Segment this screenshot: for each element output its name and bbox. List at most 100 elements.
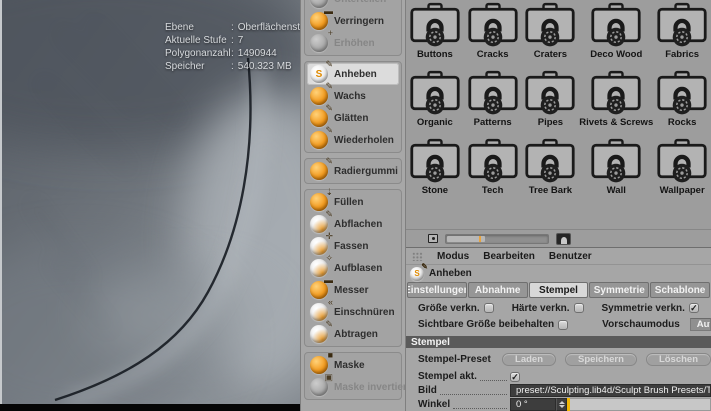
menu-item[interactable]: Bearbeiten bbox=[483, 251, 535, 262]
attribute-menu-bar: Modus Bearbeiten Benutzer bbox=[406, 248, 711, 265]
keep-size-checkbox[interactable] bbox=[558, 320, 568, 330]
slider-handle[interactable] bbox=[479, 236, 481, 242]
preview-mode-dropdown[interactable]: Auf Oberfläche bbox=[690, 318, 711, 331]
knife-icon: ▬ bbox=[310, 281, 328, 299]
checkbox[interactable]: ✓ bbox=[689, 303, 699, 313]
checkbox[interactable] bbox=[574, 303, 584, 313]
dotted-leader bbox=[480, 373, 507, 381]
settings-tab[interactable]: Schablone bbox=[650, 282, 710, 298]
preset-action-button[interactable]: Speichern bbox=[565, 353, 637, 366]
viewport-bottom-bar bbox=[0, 404, 300, 411]
attribute-manager: ModusBearbeitenBenutzer S ✎ Anheben Eins… bbox=[406, 247, 711, 411]
settings-tab[interactable]: Abnahme bbox=[468, 282, 528, 298]
image-path-field[interactable]: preset://Sculpting.lib4d/Sculpt Brush Pr… bbox=[510, 384, 711, 397]
hud-value: Oberflächenstrukturen bbox=[238, 21, 300, 34]
preset-label: Pipes bbox=[538, 117, 563, 128]
tool-button-anheben[interactable]: S ✎ Anheben bbox=[307, 63, 399, 85]
preset-item[interactable]: Rivets & Screws bbox=[579, 70, 653, 138]
preset-item[interactable]: Pipes bbox=[522, 70, 580, 138]
preset-item[interactable]: Tree Bark bbox=[522, 138, 580, 206]
hud-row: Ebene : Oberflächenstrukturen bbox=[165, 21, 300, 34]
large-icon-size-button[interactable] bbox=[556, 233, 571, 245]
locked-briefcase-icon bbox=[467, 138, 519, 184]
preset-item[interactable]: Cracks bbox=[464, 2, 522, 70]
stamp-active-label: Stempel akt. bbox=[418, 371, 477, 382]
panel-grip-icon[interactable] bbox=[412, 252, 423, 261]
tool-button-messer[interactable]: ▬ Messer bbox=[307, 279, 399, 301]
angle-field-extension bbox=[570, 398, 711, 411]
hud-separator: : bbox=[231, 34, 234, 47]
dotted-leader bbox=[453, 401, 507, 409]
preset-item[interactable]: Fabrics bbox=[653, 2, 711, 70]
hud-row: Aktuelle Stufe : 7 bbox=[165, 34, 300, 47]
tool-button-unterteilen[interactable]: Unterteilen bbox=[307, 0, 399, 10]
tool-button-maske-invertieren[interactable]: ▣ Maske invertieren bbox=[307, 376, 399, 398]
tool-button-aufblasen[interactable]: ✧ Aufblasen bbox=[307, 257, 399, 279]
small-icon-size-button[interactable] bbox=[428, 234, 438, 243]
tool-label: Abtragen bbox=[334, 329, 378, 340]
angle-spinner[interactable] bbox=[556, 398, 567, 411]
sculpt-tool-palette: Unterteilen ▬ Verringern + Erhöhen S ✎ A… bbox=[300, 0, 406, 411]
tool-label: Aufblasen bbox=[334, 263, 382, 274]
preset-item[interactable]: Organic bbox=[406, 70, 464, 138]
angle-value-field[interactable]: 0 ° bbox=[510, 398, 556, 411]
preset-item[interactable]: Buttons bbox=[406, 2, 464, 70]
tool-button-abflachen[interactable]: ✎ Abflachen bbox=[307, 213, 399, 235]
tool-accent-icon: ✎ bbox=[325, 125, 333, 136]
preset-item[interactable]: Tech bbox=[464, 138, 522, 206]
tool-button-verringern[interactable]: ▬ Verringern bbox=[307, 10, 399, 32]
preset-item[interactable]: Patterns bbox=[464, 70, 522, 138]
locked-briefcase-icon bbox=[409, 138, 461, 184]
tool-button-füllen[interactable]: ⇣ Füllen bbox=[307, 191, 399, 213]
checkbox[interactable] bbox=[484, 303, 494, 313]
hud-row: Speicher : 540.323 MB bbox=[165, 60, 300, 73]
tool-group: S ✎ Anheben ✎ Wachs ✎ Glätten ✎ Wiederho… bbox=[304, 61, 402, 153]
tool-label: Maske invertieren bbox=[334, 382, 406, 393]
preset-label: Tech bbox=[482, 185, 503, 196]
preset-item[interactable]: Rocks bbox=[653, 70, 711, 138]
tool-button-radiergummi[interactable]: ✎ Radiergummi bbox=[307, 160, 399, 182]
tool-group: ■ Maske ▣ Maske invertieren bbox=[304, 352, 402, 400]
stamp-active-checkbox[interactable]: ✓ bbox=[510, 372, 520, 382]
preset-label: Patterns bbox=[474, 117, 512, 128]
hud-separator: : bbox=[231, 47, 234, 60]
tool-button-abtragen[interactable]: ✎ Abtragen bbox=[307, 323, 399, 345]
tool-accent-icon: ✎ bbox=[325, 59, 333, 70]
tool-accent-icon: ✎ bbox=[325, 103, 333, 114]
preset-item[interactable]: Wallpaper bbox=[653, 138, 711, 206]
preset-item[interactable]: Stone bbox=[406, 138, 464, 206]
preset-item[interactable]: Wall bbox=[579, 138, 653, 206]
tool-button-glätten[interactable]: ✎ Glätten bbox=[307, 107, 399, 129]
tool-label: Unterteilen bbox=[334, 0, 386, 5]
application-window: Ebene : Oberflächenstrukturen Aktuelle S… bbox=[0, 0, 711, 411]
repeat-icon: ✎ bbox=[310, 131, 328, 149]
preset-action-button[interactable]: Laden bbox=[502, 353, 556, 366]
preset-label: Rocks bbox=[668, 117, 697, 128]
menu-item[interactable]: Modus bbox=[437, 251, 469, 262]
tool-button-fassen[interactable]: ✛ Fassen bbox=[307, 235, 399, 257]
settings-tab[interactable]: Einstellungen bbox=[407, 282, 467, 298]
locked-briefcase-icon bbox=[409, 2, 461, 48]
tool-group: Unterteilen ▬ Verringern + Erhöhen bbox=[304, 0, 402, 56]
tool-label: Anheben bbox=[334, 69, 377, 80]
locked-briefcase-icon bbox=[656, 2, 708, 48]
preset-item[interactable]: Craters bbox=[522, 2, 580, 70]
icon-size-slider[interactable] bbox=[445, 234, 549, 244]
locked-briefcase-icon bbox=[656, 138, 708, 184]
stamp-section-header: Stempel bbox=[406, 336, 711, 348]
settings-tab[interactable]: Stempel bbox=[529, 282, 589, 298]
tool-button-maske[interactable]: ■ Maske bbox=[307, 354, 399, 376]
tool-button-einschnüren[interactable]: « Einschnüren bbox=[307, 301, 399, 323]
preset-item[interactable]: Deco Wood bbox=[579, 2, 653, 70]
pen-icon: ✎ bbox=[421, 262, 428, 271]
tool-button-wiederholen[interactable]: ✎ Wiederholen bbox=[307, 129, 399, 151]
tool-button-erhöhen[interactable]: + Erhöhen bbox=[307, 32, 399, 54]
content-browser: Buttons Cracks Craters bbox=[406, 0, 711, 247]
tool-button-wachs[interactable]: ✎ Wachs bbox=[307, 85, 399, 107]
menu-item[interactable]: Benutzer bbox=[549, 251, 592, 262]
locked-briefcase-icon bbox=[524, 2, 576, 48]
settings-tab[interactable]: Symmetrie bbox=[589, 282, 649, 298]
viewport-3d[interactable]: Ebene : Oberflächenstrukturen Aktuelle S… bbox=[0, 0, 300, 411]
tool-label: Einschnüren bbox=[334, 307, 395, 318]
preset-action-button[interactable]: Löschen bbox=[646, 353, 711, 366]
